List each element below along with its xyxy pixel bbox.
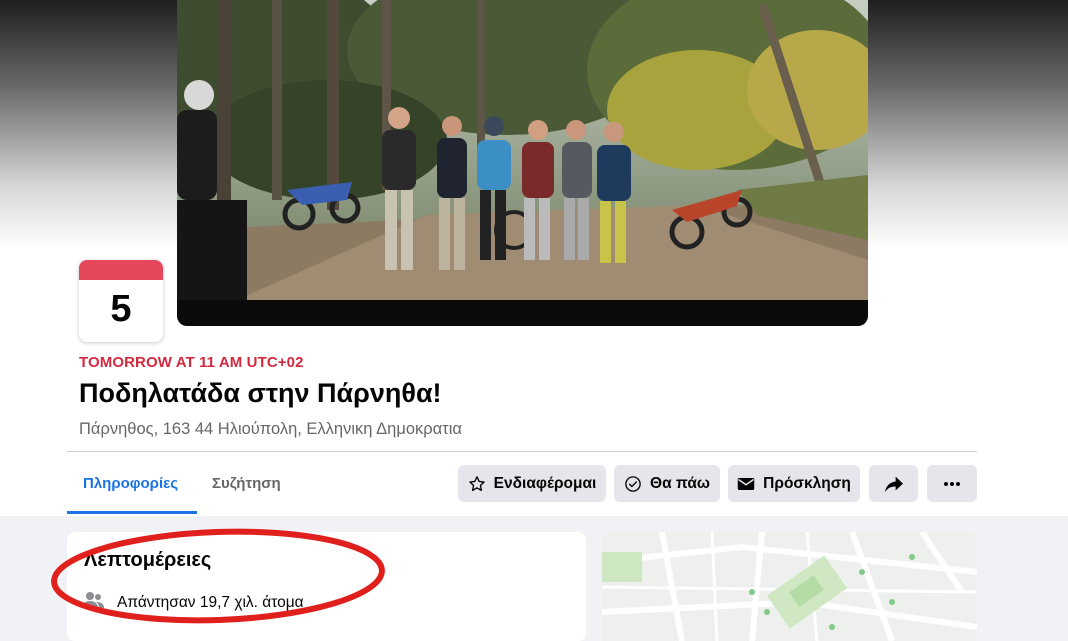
event-location[interactable]: Πάρνηθος, 163 44 Ηλιούπολη, Ελληνικη Δημ… [79, 420, 462, 439]
invite-label: Πρόσκληση [763, 474, 851, 492]
header-divider [67, 451, 977, 452]
envelope-icon [737, 477, 755, 490]
more-options-button[interactable] [927, 465, 977, 502]
invite-button[interactable]: Πρόσκληση [728, 465, 860, 502]
responded-count[interactable]: Απάντησαν 19,7 χιλ. άτομα [117, 594, 304, 612]
people-icon [82, 592, 104, 608]
event-map[interactable] [602, 532, 977, 641]
interested-button[interactable]: Ενδιαφέρομαι [458, 465, 606, 502]
cover-photo-image [177, 0, 868, 300]
map-image [602, 532, 977, 641]
event-cover-photo[interactable] [177, 0, 868, 300]
calendar-header [79, 260, 163, 280]
more-dots-icon [944, 481, 960, 486]
share-button[interactable] [869, 465, 918, 502]
check-circle-icon [625, 475, 641, 492]
share-arrow-icon [884, 476, 903, 492]
event-date-day: 5 [110, 288, 132, 330]
event-time: TOMORROW AT 11 AM UTC+02 [79, 354, 304, 371]
cover-photo-bar [177, 300, 868, 326]
going-button[interactable]: Θα πάω [614, 465, 720, 502]
active-tab-indicator [67, 511, 197, 514]
tab-discussion[interactable]: Συζήτηση [212, 475, 281, 492]
event-date-badge: 5 [79, 260, 163, 342]
interested-label: Ενδιαφέρομαι [493, 474, 597, 492]
event-title: Ποδηλατάδα στην Πάρνηθα! [79, 378, 442, 408]
details-title: Λεπτομέρειες [84, 549, 212, 571]
tab-info[interactable]: Πληροφορίες [83, 475, 178, 492]
going-label: Θα πάω [650, 474, 710, 492]
star-icon [468, 475, 485, 491]
